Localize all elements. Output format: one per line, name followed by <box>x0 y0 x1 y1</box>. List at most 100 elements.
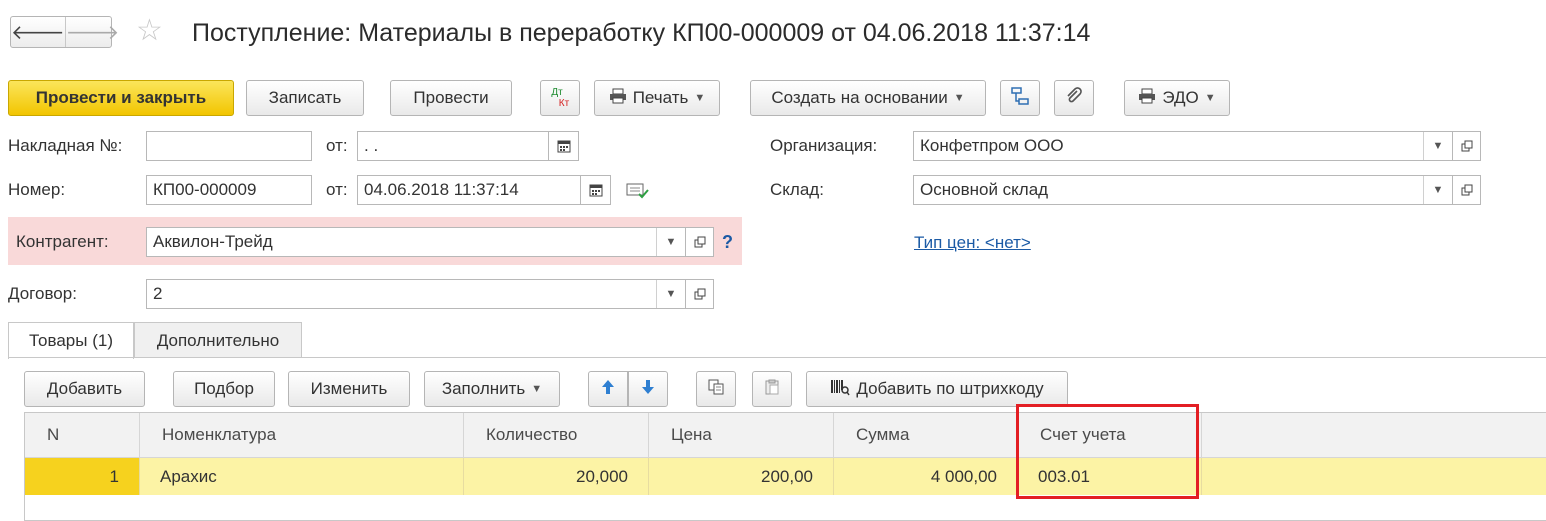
tab-additional[interactable]: Дополнительно <box>134 322 302 358</box>
warehouse-value: Основной склад <box>920 180 1049 199</box>
counterparty-value: Аквилон-Трейд <box>153 232 273 251</box>
contract-value: 2 <box>153 284 163 303</box>
post-label: Провести <box>413 88 489 107</box>
tab-goods[interactable]: Товары (1) <box>8 322 134 359</box>
create-based-on-button[interactable]: Создать на основании ▼ <box>750 80 986 116</box>
cell-n: 1 <box>25 458 140 495</box>
cell-qty: 20,000 <box>464 458 649 495</box>
page-title: Поступление: Материалы в переработку КП0… <box>192 19 1091 47</box>
invoice-date-field[interactable]: . . <box>357 131 549 161</box>
chevron-down-icon: ▼ <box>1204 92 1216 104</box>
contract-field[interactable]: 2 ▼ <box>146 279 686 309</box>
goods-table: N Номенклатура Количество Цена Сумма Сче… <box>24 412 1546 521</box>
printer-icon <box>609 88 627 109</box>
chevron-down-icon: ▼ <box>953 92 965 104</box>
open-icon[interactable] <box>1453 131 1481 161</box>
calendar-icon[interactable] <box>549 131 579 161</box>
tab-divider <box>8 357 1546 358</box>
number-date-value: 04.06.2018 11:37:14 <box>364 180 519 199</box>
warehouse-field[interactable]: Основной склад ▼ <box>913 175 1453 205</box>
number-value: КП00-000009 <box>153 180 257 199</box>
save-button[interactable]: Записать <box>246 80 364 116</box>
column-header-n[interactable]: N <box>25 413 140 457</box>
move-up-button[interactable] <box>588 371 628 407</box>
hierarchy-icon <box>1010 86 1030 111</box>
help-icon[interactable]: ? <box>722 229 733 255</box>
paperclip-icon <box>1065 86 1083 110</box>
paste-button[interactable] <box>752 371 792 407</box>
pick-label: Подбор <box>194 379 254 398</box>
open-icon[interactable] <box>686 279 714 309</box>
cell-price: 200,00 <box>649 458 834 495</box>
add-by-barcode-label: Добавить по штрихкоду <box>856 379 1044 398</box>
copy-button[interactable] <box>696 371 736 407</box>
organization-label: Организация: <box>770 136 878 155</box>
fill-label: Заполнить <box>441 379 526 398</box>
invoice-number-label: Накладная №: <box>8 136 123 155</box>
invoice-number-field[interactable] <box>146 131 312 161</box>
number-field[interactable]: КП00-000009 <box>146 175 312 205</box>
add-button[interactable]: Добавить <box>24 371 145 407</box>
barcode-icon <box>830 378 850 401</box>
organization-field[interactable]: Конфетпром ООО ▼ <box>913 131 1453 161</box>
arrow-down-icon <box>641 379 655 400</box>
calendar-icon[interactable] <box>581 175 611 205</box>
counterparty-label: Контрагент: <box>16 232 109 251</box>
column-header-sum[interactable]: Сумма <box>834 413 1018 457</box>
warehouse-label: Склад: <box>770 180 824 199</box>
cell-item: Арахис <box>140 458 464 495</box>
back-arrow-icon[interactable]: 🡐 <box>11 17 65 47</box>
annotation-highlight-box <box>1016 404 1199 499</box>
structure-button[interactable] <box>1000 80 1040 116</box>
edit-button[interactable]: Изменить <box>288 371 410 407</box>
move-down-button[interactable] <box>628 371 668 407</box>
column-header-price[interactable]: Цена <box>649 413 834 457</box>
arrow-up-icon <box>601 379 615 400</box>
post-button[interactable]: Провести <box>390 80 512 116</box>
counterparty-field[interactable]: Аквилон-Трейд ▼ <box>146 227 686 257</box>
paste-icon <box>764 379 780 400</box>
chevron-down-icon: ▼ <box>694 92 706 104</box>
edit-label: Изменить <box>310 379 388 398</box>
favorite-star-icon[interactable]: ☆ <box>136 14 163 48</box>
chevron-down-icon[interactable]: ▼ <box>656 228 685 256</box>
pick-button[interactable]: Подбор <box>173 371 275 407</box>
tab-goods-label: Товары (1) <box>29 331 113 350</box>
fill-button[interactable]: Заполнить ▼ <box>424 371 560 407</box>
attach-button[interactable] <box>1054 80 1094 116</box>
dt-kt-button[interactable]: Дт Кт <box>540 80 580 116</box>
add-by-barcode-button[interactable]: Добавить по штрихкоду <box>806 371 1068 407</box>
edit-check-icon[interactable] <box>626 182 650 205</box>
print-label: Печать <box>632 88 689 107</box>
dt-icon: Дт <box>551 87 563 98</box>
chevron-down-icon[interactable]: ▼ <box>1423 176 1452 204</box>
post-and-close-button[interactable]: Провести и закрыть <box>8 80 234 116</box>
chevron-down-icon[interactable]: ▼ <box>1423 132 1452 160</box>
create-based-on-label: Создать на основании <box>771 88 948 107</box>
invoice-date-value: . . <box>364 136 379 155</box>
copy-icon <box>708 379 724 400</box>
edo-button[interactable]: ЭДО ▼ <box>1124 80 1230 116</box>
chevron-down-icon[interactable]: ▼ <box>656 280 685 308</box>
organization-value: Конфетпром ООО <box>920 136 1064 155</box>
post-and-close-label: Провести и закрыть <box>35 88 207 107</box>
table-header: N Номенклатура Количество Цена Сумма Сче… <box>25 413 1546 458</box>
open-icon[interactable] <box>1453 175 1481 205</box>
invoice-date-label: от: <box>326 136 348 155</box>
price-type-link[interactable]: Тип цен: <нет> <box>914 228 1031 258</box>
column-header-item[interactable]: Номенклатура <box>140 413 464 457</box>
table-row[interactable]: 1 Арахис 20,000 200,00 4 000,00 003.01 <box>25 458 1546 495</box>
edo-icon <box>1138 88 1156 109</box>
column-header-qty[interactable]: Количество <box>464 413 649 457</box>
chevron-down-icon: ▼ <box>531 383 543 395</box>
open-icon[interactable] <box>686 227 714 257</box>
contract-label: Договор: <box>8 284 77 303</box>
tab-additional-label: Дополнительно <box>156 330 280 350</box>
edo-label: ЭДО <box>1162 88 1199 107</box>
add-label: Добавить <box>46 379 123 398</box>
forward-arrow-icon[interactable]: 🡒 <box>64 17 119 47</box>
number-label: Номер: <box>8 180 66 199</box>
number-date-field[interactable]: 04.06.2018 11:37:14 <box>357 175 581 205</box>
print-button[interactable]: Печать ▼ <box>594 80 720 116</box>
navigation-buttons: 🡐 🡒 <box>10 16 119 48</box>
